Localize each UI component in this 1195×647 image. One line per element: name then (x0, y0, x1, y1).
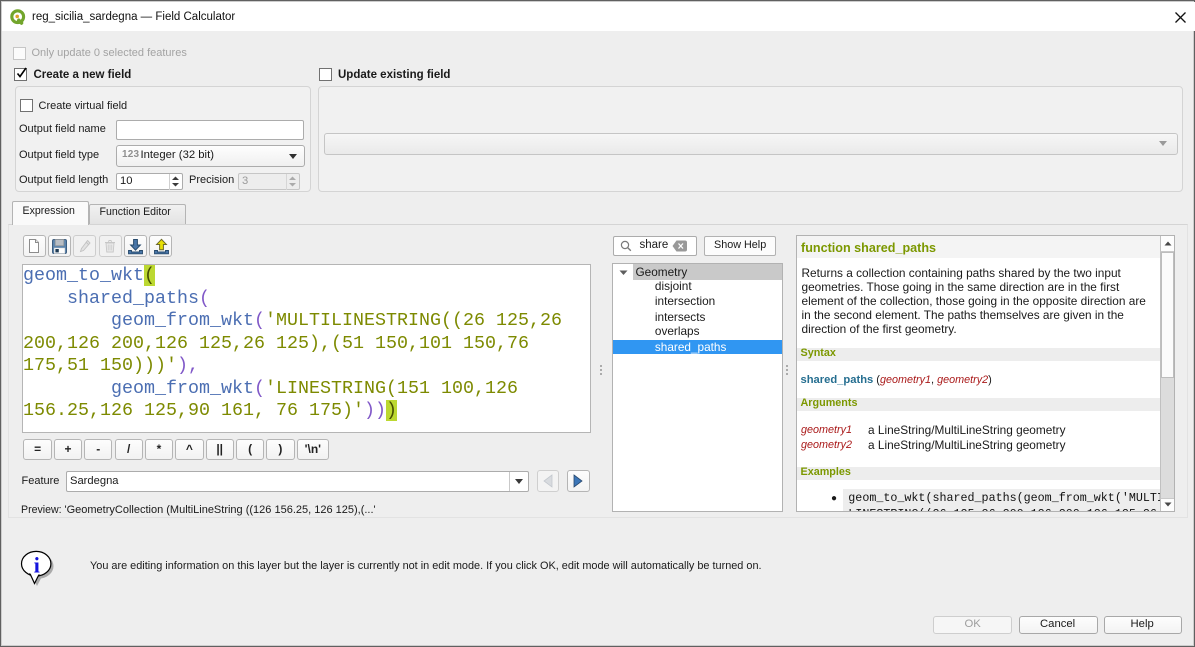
svg-text:i: i (34, 553, 40, 578)
